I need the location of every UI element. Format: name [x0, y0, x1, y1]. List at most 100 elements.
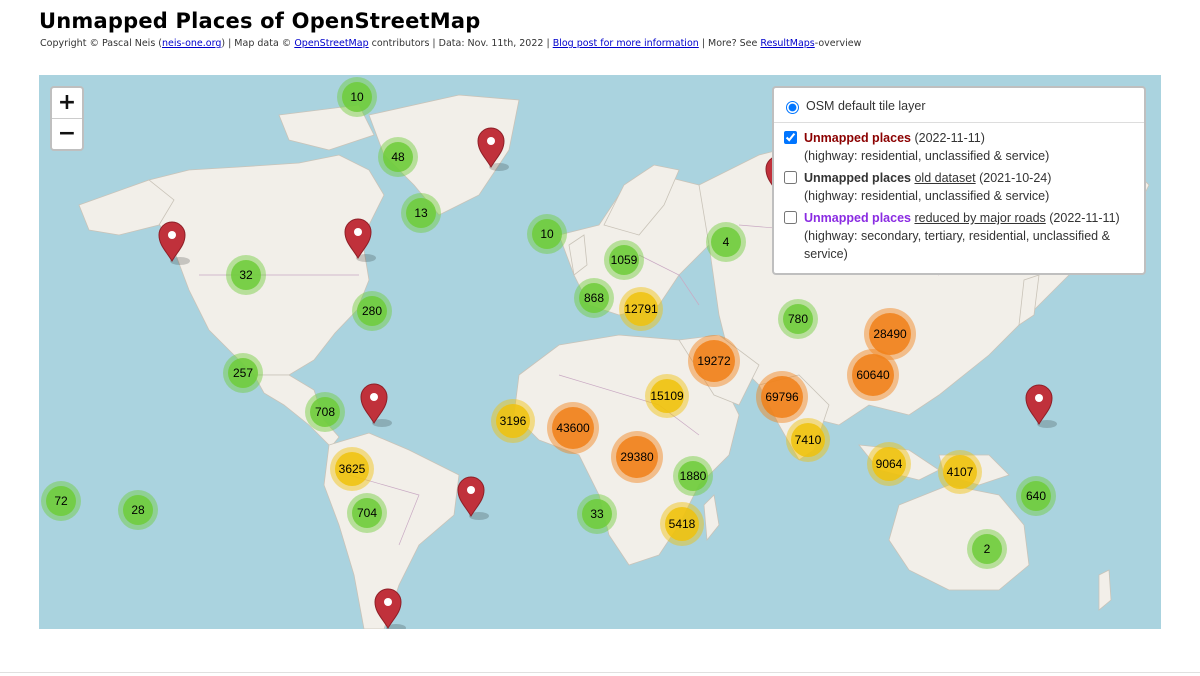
map-marker-icon[interactable]	[344, 218, 376, 262]
overlay-name: Unmapped places	[804, 131, 911, 145]
cluster-count: 4107	[947, 465, 974, 479]
cluster-count: 280	[362, 304, 382, 318]
layer-control: OSM default tile layer Unmapped places (…	[772, 86, 1146, 275]
cluster-count: 1059	[611, 253, 638, 267]
overlay-desc: (highway: residential, unclassified & se…	[804, 189, 1050, 203]
page-title: Unmapped Places of OpenStreetMap	[39, 9, 481, 33]
marker-cluster[interactable]: 4107	[938, 450, 982, 494]
overlay-extra: old dataset	[914, 171, 976, 185]
footer-divider	[0, 672, 1200, 673]
cluster-count: 2	[984, 542, 991, 556]
marker-cluster[interactable]: 69796	[756, 371, 808, 423]
cluster-count: 32	[239, 268, 253, 282]
marker-cluster[interactable]: 257	[223, 353, 263, 393]
cluster-count: 15109	[650, 389, 684, 403]
map-marker-icon[interactable]	[477, 127, 509, 171]
marker-cluster[interactable]: 60640	[847, 349, 899, 401]
cluster-count: 43600	[556, 421, 590, 435]
marker-cluster[interactable]: 3625	[330, 447, 374, 491]
overlay-checkbox[interactable]	[784, 171, 797, 184]
world-map[interactable]: 10 48 13 32 280 257 708 3625 704 72 28 10 1059 868 127…	[39, 75, 1161, 629]
cluster-count: 868	[584, 291, 604, 305]
marker-cluster[interactable]: 1880	[673, 456, 713, 496]
marker-cluster[interactable]: 29380	[611, 431, 663, 483]
overlay-option[interactable]: Unmapped places old dataset (2021-10-24)…	[782, 169, 1136, 205]
overlay-name: Unmapped places	[804, 171, 911, 185]
cluster-count: 13	[414, 206, 428, 220]
resultmaps-link[interactable]: ResultMaps	[760, 38, 814, 49]
overlay-option[interactable]: Unmapped places reduced by major roads (…	[782, 209, 1136, 263]
cluster-count: 72	[54, 494, 68, 508]
cluster-count: 28490	[873, 327, 907, 341]
overlay-date: (2021-10-24)	[975, 171, 1052, 185]
overlay-extra: reduced by major roads	[914, 211, 1046, 225]
marker-cluster[interactable]: 10	[337, 77, 377, 117]
zoom-control: + −	[50, 86, 84, 151]
cluster-count: 1880	[680, 469, 707, 483]
author-link[interactable]: neis-one.org	[162, 38, 221, 49]
marker-cluster[interactable]: 28	[118, 490, 158, 530]
cluster-count: 3196	[500, 414, 527, 428]
marker-cluster[interactable]: 15109	[645, 374, 689, 418]
cluster-count: 69796	[765, 390, 799, 404]
map-marker-icon[interactable]	[158, 221, 190, 265]
marker-cluster[interactable]: 43600	[547, 402, 599, 454]
marker-cluster[interactable]: 72	[41, 481, 81, 521]
blog-post-link[interactable]: Blog post for more information	[553, 38, 699, 49]
marker-cluster[interactable]: 868	[574, 278, 614, 318]
overlay-desc: (highway: residential, unclassified & se…	[804, 149, 1050, 163]
marker-cluster[interactable]: 5418	[660, 502, 704, 546]
marker-cluster[interactable]: 280	[352, 291, 392, 331]
cluster-count: 19272	[697, 354, 731, 368]
map-marker-icon[interactable]	[1025, 384, 1057, 428]
marker-cluster[interactable]: 3196	[491, 399, 535, 443]
overlay-name: Unmapped places	[804, 211, 911, 225]
cluster-count: 640	[1026, 489, 1046, 503]
marker-cluster[interactable]: 708	[305, 392, 345, 432]
cluster-count: 33	[590, 507, 604, 521]
cluster-count: 9064	[876, 457, 903, 471]
marker-cluster[interactable]: 2	[967, 529, 1007, 569]
cluster-count: 5418	[669, 517, 696, 531]
overlay-date: (2022-11-11)	[1045, 211, 1120, 225]
marker-cluster[interactable]: 33	[577, 494, 617, 534]
cluster-count: 257	[233, 366, 253, 380]
marker-cluster[interactable]: 10	[527, 214, 567, 254]
marker-cluster[interactable]: 704	[347, 493, 387, 533]
overlay-checkbox[interactable]	[784, 211, 797, 224]
marker-cluster[interactable]: 640	[1016, 476, 1056, 516]
base-layer-label: OSM default tile layer	[806, 99, 926, 113]
zoom-out-button[interactable]: −	[52, 118, 82, 149]
marker-cluster[interactable]: 32	[226, 255, 266, 295]
cluster-count: 704	[357, 506, 377, 520]
base-layer-option[interactable]: OSM default tile layer	[774, 94, 1144, 123]
marker-cluster[interactable]: 780	[778, 299, 818, 339]
zoom-in-button[interactable]: +	[52, 88, 82, 118]
marker-cluster[interactable]: 1059	[604, 240, 644, 280]
marker-cluster[interactable]: 48	[378, 137, 418, 177]
marker-cluster[interactable]: 4	[706, 222, 746, 262]
map-marker-icon[interactable]	[374, 588, 406, 629]
marker-cluster[interactable]: 12791	[619, 287, 663, 331]
cluster-count: 4	[723, 235, 730, 249]
cluster-count: 10	[540, 227, 554, 241]
credits-line: Copyright © Pascal Neis (neis-one.org) |…	[40, 38, 862, 49]
overlay-checkbox[interactable]	[784, 131, 797, 144]
cluster-count: 48	[391, 150, 405, 164]
map-marker-icon[interactable]	[360, 383, 392, 427]
map-marker-icon[interactable]	[457, 476, 489, 520]
cluster-count: 60640	[856, 368, 890, 382]
cluster-count: 3625	[339, 462, 366, 476]
base-layer-radio[interactable]	[786, 100, 799, 114]
marker-cluster[interactable]: 7410	[786, 418, 830, 462]
overlay-option[interactable]: Unmapped places (2022-11-11) (highway: r…	[782, 129, 1136, 165]
cluster-count: 780	[788, 312, 808, 326]
osm-link[interactable]: OpenStreetMap	[294, 38, 368, 49]
marker-cluster[interactable]: 9064	[867, 442, 911, 486]
marker-cluster[interactable]: 19272	[688, 335, 740, 387]
overlay-date: (2022-11-11)	[910, 131, 985, 145]
marker-cluster[interactable]: 13	[401, 193, 441, 233]
cluster-count: 7410	[795, 433, 822, 447]
cluster-count: 12791	[624, 302, 658, 316]
overlay-desc: (highway: secondary, tertiary, residenti…	[804, 229, 1110, 261]
